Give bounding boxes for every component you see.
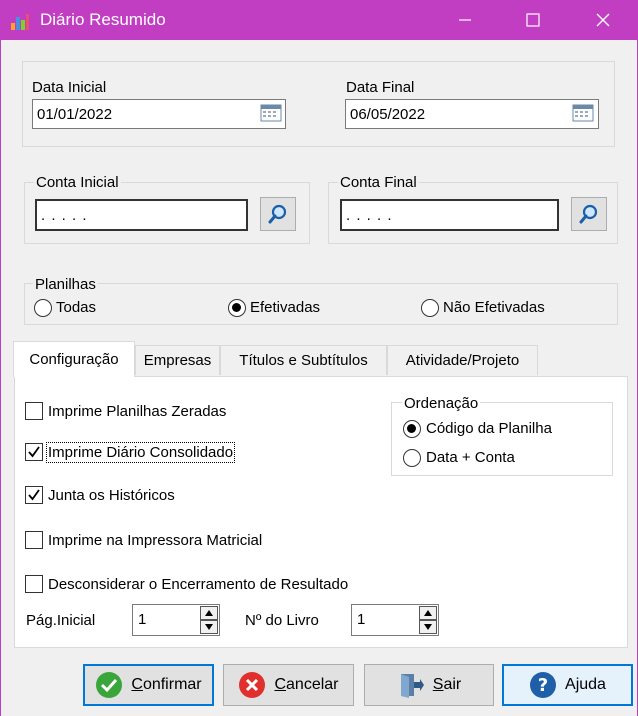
radio-todas[interactable] (34, 299, 52, 317)
end-account-input[interactable]: . . . . . (340, 199, 559, 231)
search-start-account-button[interactable] (260, 197, 296, 231)
end-date-value: 06/05/2022 (350, 105, 426, 123)
pag-inicial-value: 1 (138, 611, 147, 628)
radio-nao-efetivadas[interactable] (421, 299, 439, 317)
calendar-icon[interactable] (260, 104, 282, 122)
svg-text:?: ? (538, 675, 548, 696)
minimize-button[interactable] (442, 0, 488, 40)
start-account-input[interactable]: . . . . . (35, 199, 248, 231)
checkbox-impressora-matricial[interactable] (25, 531, 43, 549)
radio-data-conta[interactable] (403, 449, 421, 467)
close-button[interactable] (580, 0, 626, 40)
checkbox-impressora-matricial-label[interactable]: Imprime na Impressora Matricial (48, 532, 262, 549)
radio-efetivadas[interactable] (228, 299, 246, 317)
arrow-down-icon (205, 624, 213, 630)
end-account-label: Conta Final (338, 174, 419, 191)
close-icon (596, 13, 610, 27)
tab-titulos-label: Títulos e Subtítulos (239, 352, 368, 369)
radio-data-conta-label[interactable]: Data + Conta (426, 449, 515, 466)
start-date-value: 01/01/2022 (37, 105, 113, 123)
spin-down-button[interactable] (419, 620, 437, 634)
chart-app-icon (11, 14, 29, 30)
pag-inicial-spinner[interactable]: 1 (132, 604, 220, 636)
arrow-down-icon (424, 624, 432, 630)
radio-nao-efetivadas-label[interactable]: Não Efetivadas (443, 299, 545, 316)
tab-titulos[interactable]: Títulos e Subtítulos (220, 345, 387, 375)
help-button[interactable]: ? Ajuda (502, 664, 633, 706)
exit-button[interactable]: Sair (364, 664, 494, 706)
spin-up-button[interactable] (200, 606, 218, 620)
spin-down-button[interactable] (200, 620, 218, 634)
tab-atividade[interactable]: Atividade/Projeto (387, 345, 538, 375)
start-account-label: Conta Inicial (34, 174, 121, 191)
radio-todas-label[interactable]: Todas (56, 299, 96, 316)
livro-spinner[interactable]: 1 (351, 604, 439, 636)
confirm-button[interactable]: Confirmar (83, 664, 214, 706)
maximize-icon (526, 13, 540, 27)
tab-atividade-label: Atividade/Projeto (405, 352, 520, 369)
end-date-input[interactable]: 06/05/2022 (345, 99, 599, 129)
livro-value: 1 (357, 611, 366, 628)
radio-codigo-planilha[interactable] (403, 420, 421, 438)
radio-efetivadas-label[interactable]: Efetivadas (250, 299, 320, 316)
start-account-value: . . . . . (41, 206, 88, 224)
tab-configuracao-label: Configuração (29, 351, 119, 368)
radio-codigo-planilha-label[interactable]: Código da Planilha (426, 420, 552, 437)
check-circle-icon (96, 672, 123, 698)
exit-door-icon (400, 674, 424, 698)
search-icon (268, 204, 287, 224)
window-title: Diário Resumido (40, 10, 166, 29)
cancel-button[interactable]: Cancelar (223, 664, 354, 706)
arrow-up-icon (205, 610, 213, 616)
tab-empresas[interactable]: Empresas (135, 345, 220, 375)
end-date-label: Data Final (346, 79, 415, 96)
tab-configuracao[interactable]: Configuração (13, 341, 135, 377)
title-bar[interactable]: Diário Resumido (0, 0, 638, 40)
pag-inicial-label: Pág.Inicial (26, 612, 96, 629)
exit-label: Sair (432, 676, 462, 693)
arrow-up-icon (424, 610, 432, 616)
start-date-label: Data Inicial (32, 79, 107, 96)
ordenacao-label: Ordenação (402, 395, 481, 412)
checkbox-planilhas-zeradas[interactable] (25, 402, 43, 420)
search-icon (579, 204, 598, 224)
checkbox-junta-historicos-label[interactable]: Junta os Históricos (48, 487, 175, 504)
livro-label: Nº do Livro (245, 612, 319, 629)
checkbox-desconsiderar-encerramento-label[interactable]: Desconsiderar o Encerramento de Resultad… (48, 576, 348, 593)
help-question-icon: ? (530, 672, 557, 698)
minimize-icon (459, 19, 471, 21)
help-label: Ajuda (565, 676, 606, 693)
planilhas-label: Planilhas (33, 276, 98, 293)
checkbox-planilhas-zeradas-label[interactable]: Imprime Planilhas Zeradas (48, 403, 226, 420)
tab-empresas-label: Empresas (143, 352, 212, 369)
spin-up-button[interactable] (419, 606, 437, 620)
maximize-button[interactable] (510, 0, 556, 40)
end-account-value: . . . . . (346, 206, 393, 224)
checkmark-icon (28, 446, 40, 458)
checkbox-diario-consolidado-label[interactable]: Imprime Diário Consolidado (45, 442, 236, 463)
checkbox-junta-historicos[interactable] (25, 486, 43, 504)
search-end-account-button[interactable] (571, 197, 607, 231)
confirm-label: Confirmar (131, 676, 202, 693)
checkmark-icon (28, 489, 40, 501)
cancel-label: Cancelar (274, 676, 339, 693)
checkbox-diario-consolidado[interactable] (25, 443, 43, 461)
cancel-circle-icon (239, 672, 266, 698)
calendar-icon[interactable] (572, 104, 594, 122)
start-date-input[interactable]: 01/01/2022 (32, 99, 286, 129)
checkbox-desconsiderar-encerramento[interactable] (25, 575, 43, 593)
